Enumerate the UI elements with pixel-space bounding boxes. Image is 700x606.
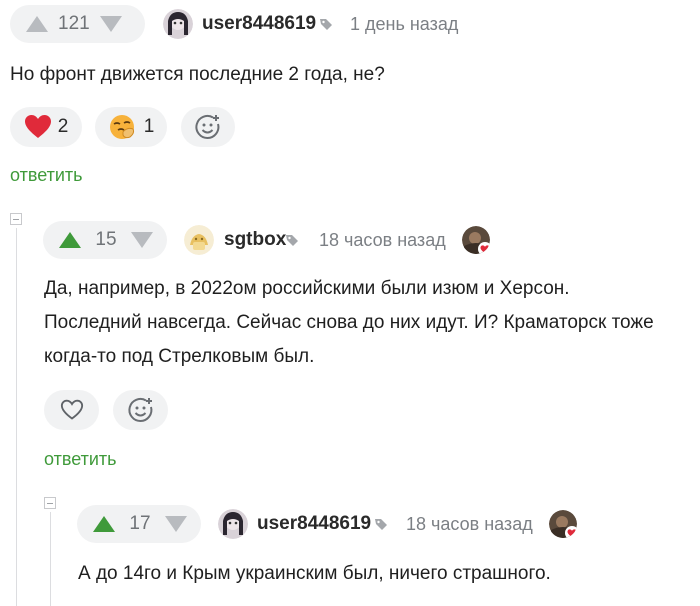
thread-line[interactable]: [16, 228, 17, 606]
timestamp: 18 часов назад: [406, 514, 533, 534]
vote-count: 17: [129, 513, 151, 534]
username[interactable]: user8448619: [257, 513, 371, 535]
liked-by-author-avatar: [549, 510, 577, 538]
comment-line: А до 14го и Крым украинским был, ничего …: [78, 563, 551, 584]
heart-icon: [480, 244, 490, 253]
liked-by-author-avatar: [462, 226, 490, 254]
reaction-count: 2: [57, 116, 69, 137]
arrow-down-icon: [131, 232, 153, 248]
arrow-up-icon: [93, 516, 115, 532]
avatar[interactable]: [218, 509, 248, 539]
comment-line: Но фронт движется последние 2 года, не?: [10, 64, 385, 85]
timestamp: 1 день назад: [350, 14, 459, 34]
downvote-button[interactable]: [127, 225, 157, 255]
comment-line: когда-то под Стрелковым был.: [44, 346, 315, 367]
comment-line: Да, например, в 2022ом российскими были …: [44, 278, 570, 299]
timestamp: 18 часов назад: [319, 230, 446, 250]
vote-count: 15: [95, 229, 117, 250]
vote-count: 121: [58, 13, 90, 34]
upvote-button[interactable]: [22, 9, 52, 39]
tag-icon: [375, 519, 387, 530]
downvote-button[interactable]: [161, 509, 191, 539]
reaction-heart-button[interactable]: 2: [10, 107, 82, 147]
avatar[interactable]: [163, 9, 193, 39]
reaction-count: 1: [143, 116, 155, 137]
user-avatar-icon: [218, 509, 248, 539]
comment-text: Да, например, в 2022ом российскими были …: [44, 272, 654, 374]
reaction-emoji-button[interactable]: 1: [95, 107, 167, 147]
arrow-down-icon: [99, 16, 122, 32]
downvote-button[interactable]: [96, 9, 126, 39]
comment-text: Но фронт движется последние 2 года, не?: [10, 58, 385, 92]
add-reaction-button[interactable]: [113, 390, 168, 430]
upvote-button[interactable]: [55, 225, 85, 255]
add-emoji-icon: [195, 114, 220, 139]
like-button[interactable]: [44, 390, 99, 430]
heart-icon: [567, 528, 577, 537]
arrow-up-icon: [26, 16, 48, 32]
add-emoji-icon: [127, 397, 152, 422]
avatar[interactable]: [184, 225, 214, 255]
heart-badge: [565, 526, 577, 538]
collapse-thread-button[interactable]: [44, 497, 56, 509]
heart-outline-icon: [60, 399, 83, 420]
arrow-down-icon: [165, 516, 187, 532]
heart-badge: [478, 242, 490, 254]
reply-link[interactable]: ответить: [10, 165, 83, 186]
username[interactable]: sgtbox: [224, 229, 286, 251]
vote-widget: 121: [10, 5, 145, 43]
upvote-button[interactable]: [89, 509, 119, 539]
username[interactable]: user8448619: [202, 13, 316, 35]
comment-text: А до 14го и Крым украинским был, ничего …: [78, 557, 551, 591]
tag-icon: [320, 19, 332, 30]
comment-line: Последний навсегда. Сейчас снова до них …: [44, 312, 654, 333]
heart-icon: [24, 115, 51, 138]
collapse-thread-button[interactable]: [10, 213, 22, 225]
arrow-up-icon: [59, 232, 81, 248]
user-avatar-icon: [163, 9, 193, 39]
face-with-hand-emoji-icon: [109, 115, 134, 139]
reply-link[interactable]: ответить: [44, 449, 117, 470]
tag-icon: [286, 235, 298, 246]
vote-widget: 17: [77, 505, 201, 543]
vote-widget: 15: [43, 221, 167, 259]
thread-line[interactable]: [50, 512, 51, 606]
user-avatar-icon: [184, 225, 214, 255]
add-reaction-button[interactable]: [181, 107, 235, 147]
